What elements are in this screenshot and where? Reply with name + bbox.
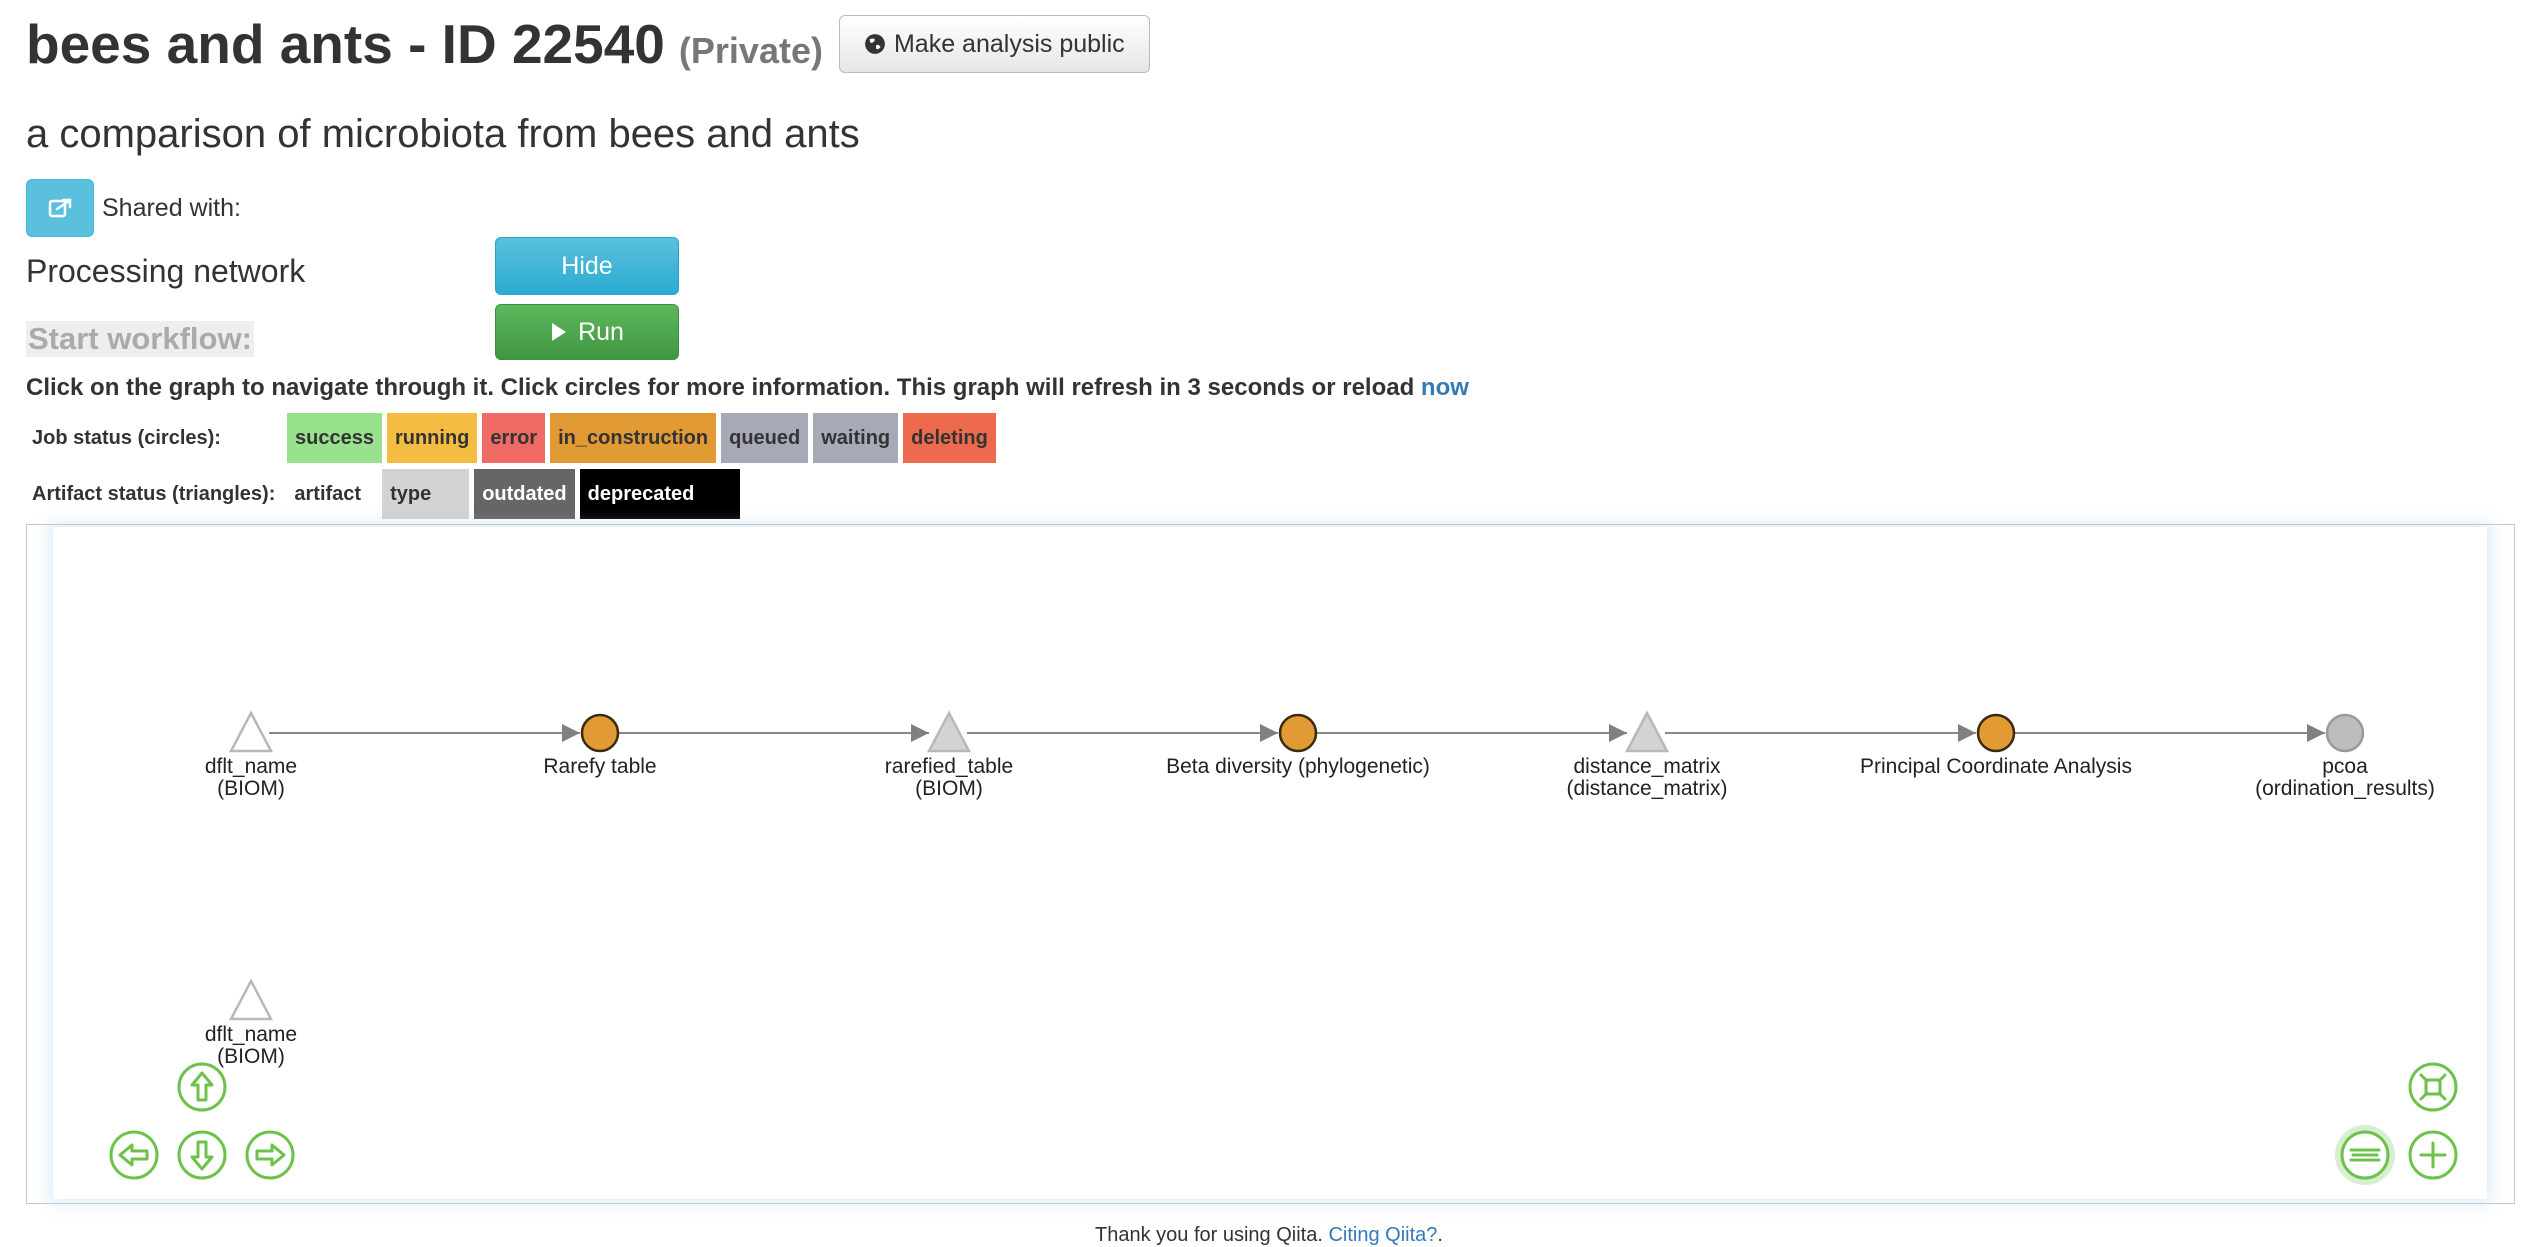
share-row: Shared with: xyxy=(26,179,241,237)
footer-text: Thank you for using Qiita. xyxy=(1095,1224,1329,1246)
footer-suffix: . xyxy=(1437,1224,1443,1246)
node-label: Beta diversity (phylogenetic) xyxy=(1166,755,1430,778)
privacy-label: (Private) xyxy=(678,30,823,72)
hide-button[interactable]: Hide xyxy=(495,237,679,295)
run-label: Run xyxy=(578,317,624,346)
make-public-label: Make analysis public xyxy=(893,29,1125,58)
citing-qiita-link[interactable]: Citing Qiita? xyxy=(1328,1224,1437,1246)
node-type-label: (BIOM) xyxy=(217,1045,285,1068)
artifact-status-label: Artifact status (triangles): xyxy=(32,482,276,505)
job-status-legend: Job status (circles): success running erro… xyxy=(26,413,996,463)
node-label: pcoa xyxy=(2322,755,2368,778)
pan-left-icon[interactable] xyxy=(109,1130,159,1180)
reload-now-link[interactable]: now xyxy=(1421,374,1469,401)
node-label: Rarefy table xyxy=(543,755,656,778)
page-title: bees and ants - ID 22540 xyxy=(26,13,665,75)
job-status-waiting: waiting xyxy=(813,413,899,463)
job-status-queued: queued xyxy=(721,413,809,463)
job-status-error: error xyxy=(482,413,546,463)
analysis-description: a comparison of microbiota from bees and… xyxy=(26,112,860,156)
zoom-out-icon[interactable] xyxy=(2335,1125,2395,1185)
artifact-status-type: type xyxy=(382,469,470,519)
processing-network-title: Processing network xyxy=(26,253,306,289)
artifact-node[interactable] xyxy=(228,710,274,753)
node-label: distance_matrix xyxy=(1573,755,1721,778)
artifact-status-legend: Artifact status (triangles): artifact typ… xyxy=(26,469,741,519)
start-workflow-label: Start workflow: xyxy=(26,321,254,357)
graph-instructions: Click on the graph to navigate through i… xyxy=(26,374,1469,402)
footer: Thank you for using Qiita. Citing Qiita?… xyxy=(0,1224,2538,1247)
node-type-label: (BIOM) xyxy=(915,777,983,800)
job-status-running: running xyxy=(386,413,478,463)
share-icon xyxy=(48,198,72,218)
node-label: dflt_name xyxy=(205,755,297,778)
node-type-label: (distance_matrix) xyxy=(1566,777,1727,800)
run-button[interactable]: Run xyxy=(495,304,679,360)
play-icon xyxy=(552,323,567,341)
pan-up-icon[interactable] xyxy=(177,1062,227,1112)
zoom-in-icon[interactable] xyxy=(2408,1130,2458,1180)
node-label: Principal Coordinate Analysis xyxy=(1860,755,2132,778)
node-type-label: (BIOM) xyxy=(217,777,285,800)
fit-to-view-icon[interactable] xyxy=(2408,1062,2458,1112)
processing-graph-panel[interactable]: dflt_name (BIOM) Rarefy table rarefied_tabl… xyxy=(26,524,2515,1204)
job-status-success: success xyxy=(287,413,382,463)
pan-right-icon[interactable] xyxy=(245,1130,295,1180)
make-public-button[interactable]: Make analysis public xyxy=(838,15,1150,74)
shared-with-label: Shared with: xyxy=(102,193,241,222)
job-status-deleting: deleting xyxy=(903,413,996,463)
artifact-status-deprecated: deprecated xyxy=(579,469,741,519)
title-row: bees and ants - ID 22540 (Private) Make … xyxy=(26,14,1150,75)
artifact-status-outdated: outdated xyxy=(474,469,575,519)
job-status-in-construction: in_construction xyxy=(550,413,717,463)
job-node[interactable] xyxy=(2325,713,2365,753)
node-label: dflt_name xyxy=(205,1023,297,1046)
pan-down-icon[interactable] xyxy=(177,1130,227,1180)
processing-graph[interactable]: dflt_name(BIOM)Rarefy table rarefied_tabl… xyxy=(53,527,2487,1199)
artifact-status-artifact: artifact xyxy=(286,469,370,519)
share-button[interactable] xyxy=(26,179,94,237)
artifact-node[interactable] xyxy=(228,978,274,1021)
artifact-node[interactable] xyxy=(1624,710,1670,753)
node-type-label: (ordination_results) xyxy=(2255,777,2435,800)
graph-canvas[interactable]: dflt_name (BIOM) Rarefy table rarefied_tabl… xyxy=(53,527,2487,1199)
instructions-text: Click on the graph to navigate through i… xyxy=(26,374,1421,401)
job-status-label: Job status (circles): xyxy=(32,426,221,449)
globe-icon xyxy=(865,34,885,55)
node-label: rarefied_table xyxy=(885,755,1013,778)
job-node[interactable] xyxy=(580,713,620,753)
job-node[interactable] xyxy=(1976,713,2016,753)
job-node[interactable] xyxy=(1278,713,1318,753)
artifact-node[interactable] xyxy=(926,710,972,753)
